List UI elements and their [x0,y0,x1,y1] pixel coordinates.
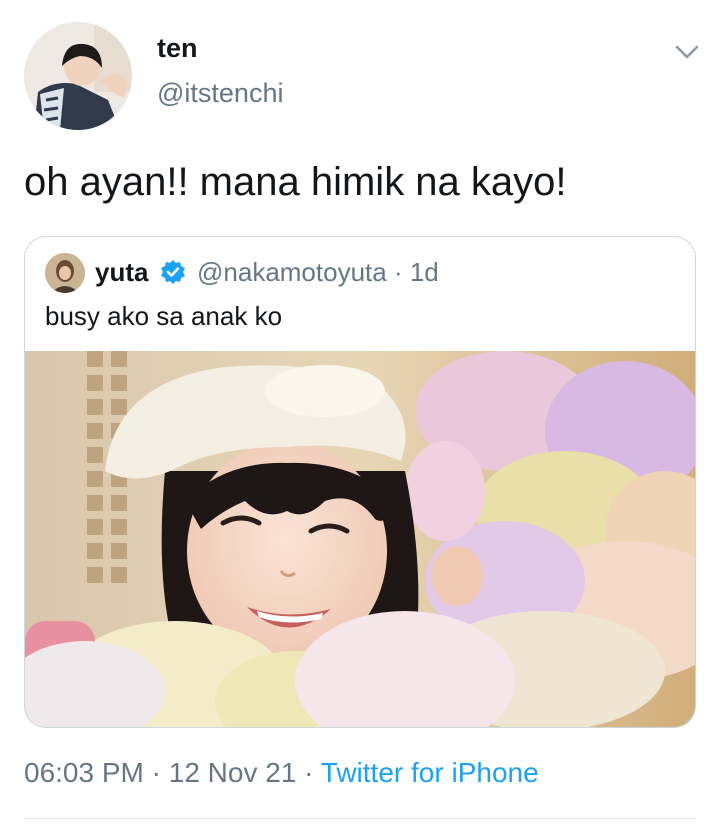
verified-badge-icon [161,260,185,284]
author-handle[interactable]: @itstenchi [157,78,283,109]
quote-text: busy ako sa anak ko [45,301,283,331]
quote-photo[interactable] [25,351,695,727]
tweet-date[interactable]: 12 Nov 21 [169,757,297,788]
quote-author-handle-and-age[interactable]: @nakamotoyuta · 1d [197,257,439,288]
meta-separator: · [143,757,169,788]
chevron-down-icon[interactable] [672,40,702,64]
author-avatar[interactable] [24,22,132,130]
author-name[interactable]: ten [157,33,198,64]
tweet-text: oh ayan!! mana himik na kayo! [24,160,567,204]
meta-separator: · [296,757,321,788]
quoted-tweet[interactable]: yuta @nakamotoyuta · 1d busy ako sa anak… [24,236,696,728]
author-avatar-image [24,22,132,130]
quote-avatar-image [45,253,85,293]
quote-author-name[interactable]: yuta [95,257,148,288]
divider [24,818,696,819]
tweet-source-link[interactable]: Twitter for iPhone [321,757,539,788]
tweet-meta: 06:03 PM · 12 Nov 21 · Twitter for iPhon… [24,757,539,789]
tweet-time[interactable]: 06:03 PM [24,757,144,788]
quote-author-avatar[interactable] [45,253,85,293]
